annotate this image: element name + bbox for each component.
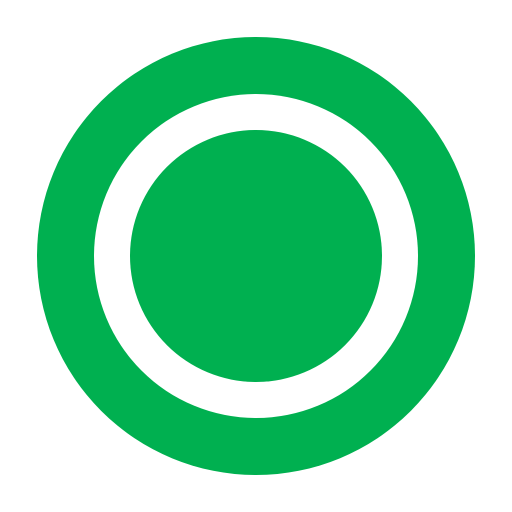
radio-button-selected-icon [37, 37, 475, 475]
icon-canvas [0, 0, 512, 512]
inner-dot [130, 130, 382, 382]
